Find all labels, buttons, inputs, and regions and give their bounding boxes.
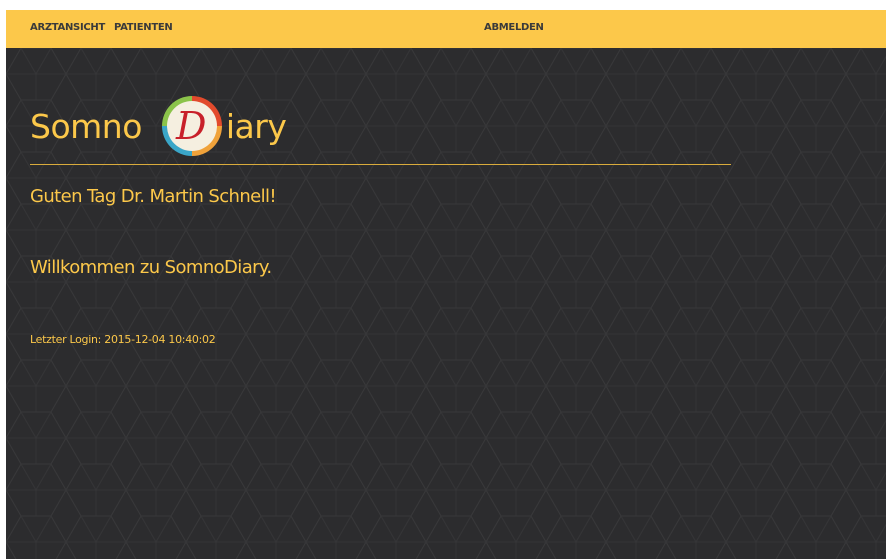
last-login-label: Letzter Login: bbox=[30, 333, 102, 346]
brand-name-part2: iary bbox=[225, 106, 287, 146]
somnodiary-logo-icon: D bbox=[161, 96, 222, 156]
nav-patienten[interactable]: PATIENTEN bbox=[114, 22, 173, 33]
top-navbar: ARZTANSICHT PATIENTEN ABMELDEN bbox=[6, 10, 886, 48]
logo-letter: D bbox=[175, 104, 206, 148]
app-frame: ARZTANSICHT PATIENTEN ABMELDEN Somno D i… bbox=[6, 10, 886, 559]
nav-arztansicht[interactable]: ARZTANSICHT bbox=[30, 22, 105, 33]
brand-logo: Somno D iary bbox=[30, 90, 287, 162]
header-divider bbox=[30, 164, 731, 165]
brand-name-part1: Somno bbox=[30, 106, 142, 146]
greeting-text: Guten Tag Dr. Martin Schnell! bbox=[30, 186, 277, 207]
last-login-info: Letzter Login: 2015-12-04 10:40:02 bbox=[30, 333, 216, 346]
welcome-text: Willkommen zu SomnoDiary. bbox=[30, 257, 272, 278]
nav-abmelden[interactable]: ABMELDEN bbox=[484, 22, 544, 33]
last-login-value: 2015-12-04 10:40:02 bbox=[104, 333, 216, 346]
